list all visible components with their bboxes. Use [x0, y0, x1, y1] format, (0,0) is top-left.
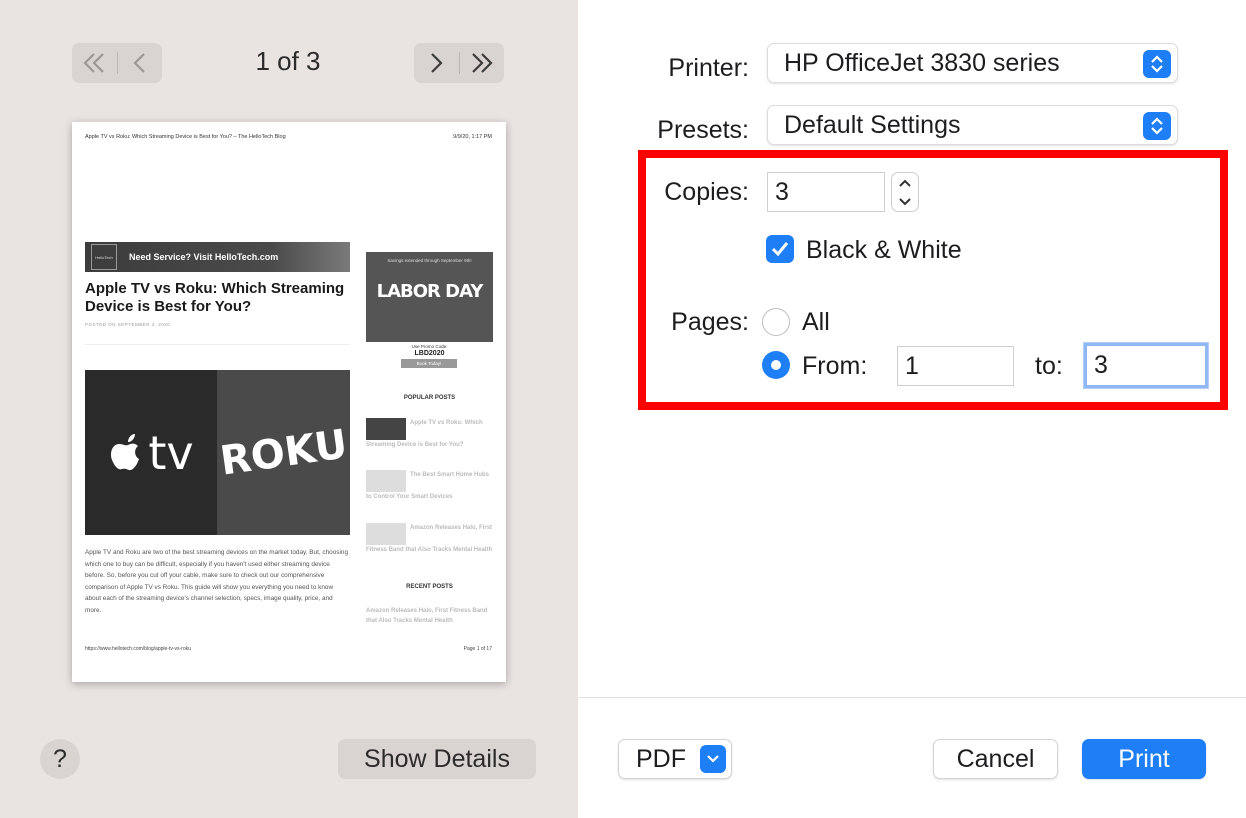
- post-thumbnail: [366, 470, 406, 492]
- apple-tv-logo: tv: [108, 425, 194, 480]
- popular-post-item: The Best Smart Home Hubs to Control Your…: [366, 470, 493, 502]
- page-preview: Apple TV vs Roku: Which Streaming Device…: [72, 122, 506, 682]
- pages-label: Pages:: [671, 308, 749, 336]
- up-down-arrows-icon: [1143, 112, 1171, 140]
- pdf-label: PDF: [636, 744, 686, 773]
- copies-field[interactable]: 3: [767, 172, 885, 212]
- recent-post-item: Amazon Releases Halo, First Fitness Band…: [366, 608, 488, 624]
- up-down-arrows-icon: [1143, 50, 1171, 78]
- printer-select[interactable]: HP OfficeJet 3830 series: [767, 43, 1178, 83]
- service-banner: HelloTech Need Service? Visit HelloTech.…: [85, 242, 350, 272]
- pdf-menu-button[interactable]: PDF: [618, 739, 732, 779]
- article-date: POSTED ON SEPTEMBER 4, 2020: [85, 322, 171, 327]
- presets-label: Presets:: [657, 116, 749, 144]
- help-button[interactable]: ?: [40, 739, 80, 779]
- popular-post-item: Apple TV vs Roku: Which Streaming Device…: [366, 418, 493, 450]
- ad-code: LBD2020: [414, 350, 445, 357]
- copies-label: Copies:: [664, 178, 749, 206]
- settings-pane: Printer: HP OfficeJet 3830 series Preset…: [578, 0, 1246, 818]
- page-header-date: 9/9/20, 1:17 PM: [453, 134, 492, 140]
- pages-from-label[interactable]: From:: [802, 352, 867, 381]
- preview-pane: 1 of 3 Apple TV vs Roku: Which Streaming…: [0, 0, 578, 818]
- chevron-down-icon[interactable]: [897, 196, 913, 208]
- printer-label: Printer:: [668, 54, 749, 82]
- labor-day-ad: Savings extended through September 9th! …: [366, 252, 493, 342]
- page-footer-url: https://www.hellotech.com/blog/apple-tv-…: [85, 646, 191, 652]
- presets-select[interactable]: Default Settings: [767, 105, 1178, 145]
- prev-page-button[interactable]: [118, 43, 163, 83]
- apple-tv-panel: tv: [85, 370, 217, 535]
- hellotech-logo: HelloTech: [91, 244, 117, 270]
- show-details-button[interactable]: Show Details: [338, 739, 536, 779]
- black-white-label[interactable]: Black & White: [806, 236, 962, 265]
- ad-top-text: Savings extended through September 9th!: [387, 258, 472, 263]
- cancel-button[interactable]: Cancel: [933, 739, 1058, 779]
- hero-image: tv ROKU: [85, 370, 350, 535]
- page-indicator: 1 of 3: [255, 46, 321, 76]
- pages-all-radio[interactable]: [762, 308, 790, 336]
- last-page-button[interactable]: [460, 43, 505, 83]
- ad-code-label: Use Promo Code:: [411, 344, 448, 349]
- banner-text: Need Service? Visit HelloTech.com: [129, 252, 279, 262]
- recent-posts-heading: RECENT POSTS: [406, 584, 453, 590]
- double-chevron-left-icon: [83, 53, 105, 73]
- next-page-button[interactable]: [414, 43, 459, 83]
- chevron-up-icon[interactable]: [897, 177, 913, 189]
- popular-post-item: Amazon Releases Halo, First Fitness Band…: [366, 523, 493, 555]
- roku-logo: ROKU: [217, 420, 350, 485]
- tv-text: tv: [148, 425, 194, 480]
- ad-headline: LABOR DAY: [376, 281, 484, 302]
- pages-from-radio[interactable]: [762, 351, 790, 379]
- print-dialog: 1 of 3 Apple TV vs Roku: Which Streaming…: [0, 0, 1246, 818]
- presets-value: Default Settings: [784, 110, 961, 139]
- article-title: Apple TV vs Roku: Which Streaming Device…: [85, 280, 345, 315]
- roku-panel: ROKU: [217, 370, 350, 535]
- apple-logo-icon: [111, 433, 140, 470]
- printer-value: HP OfficeJet 3830 series: [784, 48, 1060, 77]
- black-white-checkbox[interactable]: [766, 235, 794, 263]
- copies-stepper[interactable]: [891, 172, 919, 212]
- next-page-group: [414, 43, 504, 83]
- popular-posts-heading: POPULAR POSTS: [403, 395, 456, 401]
- to-label: to:: [1035, 352, 1063, 380]
- to-page-field[interactable]: 3: [1084, 343, 1208, 388]
- checkmark-icon: [771, 242, 789, 257]
- page-header-title: Apple TV vs Roku: Which Streaming Device…: [85, 134, 286, 140]
- post-thumbnail: [366, 523, 406, 545]
- footer-divider: [578, 697, 1246, 698]
- pages-all-label[interactable]: All: [802, 308, 830, 337]
- from-page-field[interactable]: 1: [897, 346, 1014, 386]
- double-chevron-right-icon: [471, 53, 493, 73]
- divider: [85, 344, 350, 345]
- article-body: Apple TV and Roku are two of the best st…: [85, 549, 348, 614]
- prev-page-group: [72, 43, 162, 83]
- chevron-right-icon: [431, 53, 443, 73]
- first-page-button[interactable]: [72, 43, 117, 83]
- page-footer-number: Page 1 of 17: [463, 646, 492, 652]
- chevron-left-icon: [133, 53, 145, 73]
- post-thumbnail: [366, 418, 406, 440]
- print-button[interactable]: Print: [1082, 739, 1206, 779]
- chevron-down-icon: [700, 745, 726, 773]
- ad-button: Book Today!: [401, 359, 457, 368]
